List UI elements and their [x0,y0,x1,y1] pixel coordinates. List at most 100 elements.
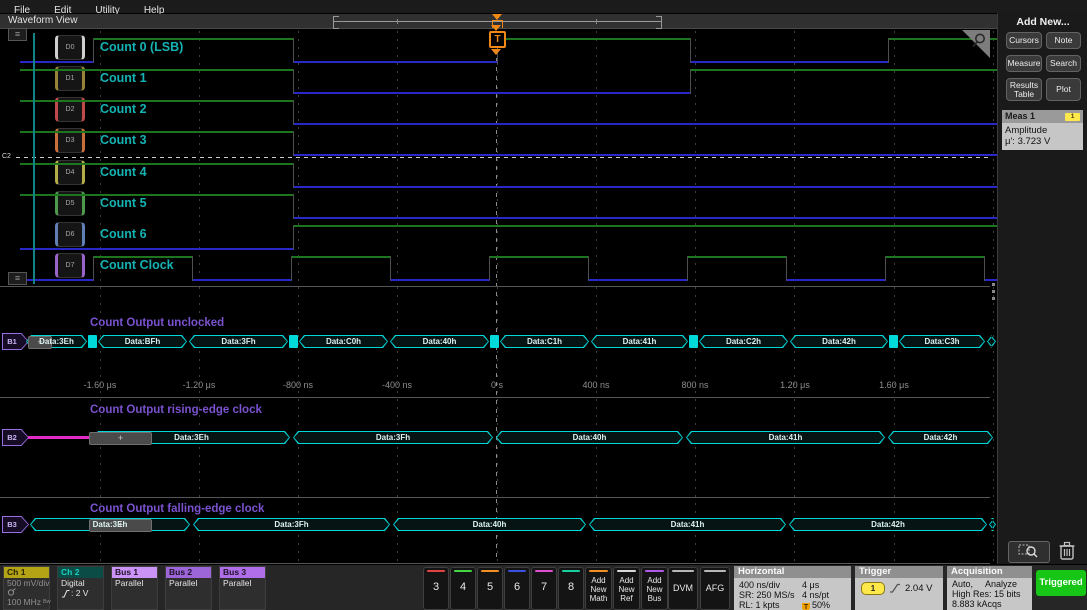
horizontal-position-value: 50% [812,600,830,610]
bus-segment-label: Data:40h [390,335,489,348]
channel-badge-ch-1[interactable]: Ch 1500 mV/div100 MHzBw [3,566,50,610]
channel-badge-header: Ch 2 [58,567,103,578]
add-new-bus-button[interactable]: AddNewBus [641,567,668,610]
time-axis-label: -800 ns [263,380,333,390]
digital-waveform-edge [984,256,985,281]
channel-button-3[interactable]: 3 [423,567,449,610]
digital-waveform-segment [984,279,997,281]
trigger-status-button[interactable]: Triggered [1036,570,1086,596]
channel-badge-bus-2[interactable]: Bus 2Parallel [165,566,212,610]
minimap-right-bracket[interactable] [656,16,662,29]
add-new-button-results-table[interactable]: Results Table [1006,78,1042,101]
channel-badge-line: 100 MHzBw [4,597,49,607]
channel-button-6[interactable]: 6 [504,567,530,610]
channel-button-4[interactable]: 4 [450,567,476,610]
trigger-panel[interactable]: Trigger12.04 V [855,566,943,610]
digital-waveform-edge [588,256,589,281]
trigger-position-arrow-icon[interactable] [492,14,502,20]
channel-badge-bus-1[interactable]: Bus 1Parallel [111,566,158,610]
digital-waveform-segment [93,38,293,40]
bus-segment-label: Data:3Eh [26,335,87,348]
bus-data-segment: Data:41h [589,518,786,531]
time-axis-label: -400 ns [362,380,432,390]
digital-channel-badge-d6[interactable]: D6 [55,222,85,247]
channel-badge-line: Digital [58,578,103,588]
horizontal-value: RL: 1 kpts [739,600,780,610]
section-divider [0,286,990,287]
add-new-ref-button[interactable]: AddNewRef [613,567,640,610]
horizontal-value: 400 ns/div [739,580,780,590]
bus-data-segment: Data:42h [888,431,993,444]
digital-channel-label-d3: Count 3 [100,133,147,147]
utility-button-dvm[interactable]: DVM [668,567,698,610]
add-new-button-plot[interactable]: Plot [1046,78,1081,101]
bus-data-segment: Data:40h [393,518,586,531]
tab-waveform-view[interactable]: Waveform View [8,15,77,26]
digital-channel-label-d7: Count Clock [100,258,174,272]
panel-splitter-handle[interactable] [992,283,995,300]
add-new-button-search[interactable]: Search [1046,55,1081,72]
edge-threshold-icon [61,589,70,598]
waveform-area[interactable]: D0Count 0 (LSB)D1Count 1D2Count 2D3Count… [0,29,990,564]
measurement-badge-header[interactable]: Meas 1 1 [1002,110,1083,123]
digital-waveform-segment [20,248,293,250]
zoom-corner-handle[interactable] [960,30,990,60]
horizontal-value: T50% [802,600,830,610]
grid-line [298,31,299,561]
digital-waveform-segment [93,256,192,258]
utility-button-label: AFG [701,583,729,593]
zoom-tool-button[interactable] [1008,541,1050,563]
acquisition-mode: Auto, [952,579,973,589]
digital-channel-label-d5: Count 5 [100,196,147,210]
utility-button-afg[interactable]: AFG [700,567,730,610]
channel-badge-line: Parallel [166,578,211,588]
add-new-button-note[interactable]: Note [1046,32,1081,49]
time-axis-label: 800 ns [660,380,730,390]
bus-badge-b1[interactable]: B1 [2,333,29,350]
channel-badge-text: 500 mV/div [7,578,50,588]
trigger-marker[interactable]: T [489,31,506,48]
grid-line [596,31,597,561]
add-new-math-button[interactable]: AddNewMath [585,567,612,610]
channel-button-label: 8 [559,581,583,593]
channel-button-color-stripe [508,570,526,572]
digital-waveform-segment [293,123,997,125]
channel-badge-ch-2[interactable]: Ch 2Digital: 2 V [57,566,104,610]
acquisition-panel-body: Auto,AnalyzeHigh Res: 15 bits8.883 kAcqs [947,578,1032,610]
delete-button[interactable] [1056,540,1078,562]
digital-channel-badge-d7[interactable]: D7 [55,253,85,278]
time-axis-label: 0 s [462,380,532,390]
digital-group-grip-bottom[interactable]: ≡ [8,272,27,285]
bus-data-segment: Data:C3h [899,335,985,348]
channel-badge-bus-3[interactable]: Bus 3Parallel [219,566,266,610]
horizontal-panel[interactable]: Horizontal400 ns/div4 μsSR: 250 MS/s4 ns… [734,566,851,610]
digital-waveform-segment [20,194,293,196]
bus-segment-label: Data:40h [393,518,586,531]
bottom-bar: Ch 1500 mV/div100 MHzBwCh 2Digital: 2 VB… [0,564,1087,610]
digital-waveform-edge [293,131,294,156]
digital-channel-badge-d0[interactable]: D0 [55,35,85,60]
bus-segment-label: Data:C1h [500,335,589,348]
digital-waveform-edge [687,256,688,281]
channel-badge-text: 100 MHz [7,597,41,607]
digital-group-grip-top[interactable]: ≡ [8,28,27,41]
bus-badge-b3[interactable]: B3 [2,516,29,533]
digital-waveform-edge [293,194,294,219]
minimap-left-bracket[interactable] [333,16,339,29]
add-new-button-measure[interactable]: Measure [1006,55,1042,72]
digital-waveform-segment [192,279,291,281]
minimap-tick [596,19,597,24]
measurement-title: Meas 1 [1005,111,1035,121]
channel-button-7[interactable]: 7 [531,567,557,610]
measurement-badge[interactable]: Meas 1 1 Amplitude μ': 3.723 V [1002,110,1083,150]
acquisition-panel[interactable]: AcquisitionAuto,AnalyzeHigh Res: 15 bits… [947,566,1032,610]
digital-waveform-segment [497,38,690,40]
channel-button-8[interactable]: 8 [558,567,584,610]
bus-title-b3: Count Output falling-edge clock [90,503,264,515]
add-new-button-cursors[interactable]: Cursors [1006,32,1042,49]
bus-data-segment: Data:3Eh [30,518,190,531]
bus-badge-b2[interactable]: B2 [2,429,29,446]
channel-button-5[interactable]: 5 [477,567,503,610]
bus-segment-label: Data:3Fh [193,518,390,531]
digital-waveform-segment [885,256,984,258]
